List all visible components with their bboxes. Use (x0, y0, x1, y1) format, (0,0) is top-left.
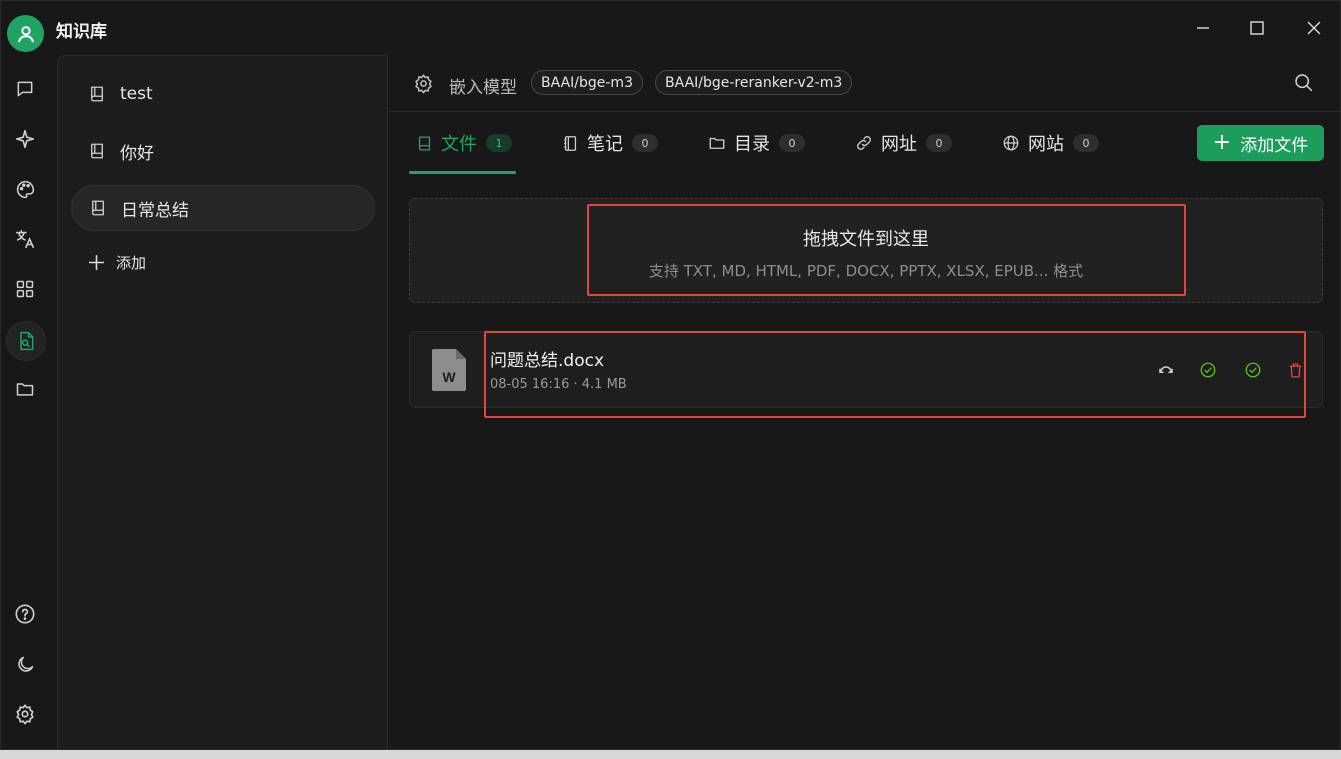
tab-count: 0 (1073, 134, 1099, 152)
user-avatar[interactable] (7, 15, 44, 52)
add-file-button[interactable]: + 添加文件 (1197, 125, 1324, 161)
annotation-highlight (587, 204, 1186, 296)
tab-urls[interactable]: 网址 0 (855, 128, 952, 158)
link-icon (855, 134, 873, 152)
embed-settings-button[interactable] (413, 73, 434, 98)
tab-count: 0 (926, 134, 952, 152)
app-window: 知识库 test 你好 日常总结 添加 嵌入模型 BAAI/bge-m3 BAA… (0, 0, 1341, 750)
file-drop-zone[interactable]: 拖拽文件到这里 支持 TXT, MD, HTML, PDF, DOCX, PPT… (409, 198, 1323, 303)
palette-icon (16, 180, 34, 198)
rail-files[interactable] (7, 371, 43, 407)
knowledge-base-detail: 嵌入模型 BAAI/bge-m3 BAAI/bge-reranker-v2-m3… (388, 55, 1341, 749)
maximize-button[interactable] (1242, 13, 1272, 43)
search-button[interactable] (1293, 72, 1314, 97)
folder-icon (16, 383, 34, 396)
content-tabs: 文件 1 笔记 0 目录 0 网址 0 网站 0 + 添加文件 (388, 112, 1341, 174)
close-icon (1307, 21, 1321, 35)
rail-chat[interactable] (7, 71, 43, 107)
minimize-icon (1197, 27, 1209, 29)
gear-icon (415, 74, 432, 94)
annotation-highlight (484, 331, 1306, 418)
title-bar: 知识库 (1, 1, 1340, 57)
rail-settings[interactable] (7, 696, 43, 732)
nav-rail (1, 57, 57, 749)
model-bar: 嵌入模型 BAAI/bge-m3 BAAI/bge-reranker-v2-m3 (388, 55, 1341, 112)
tab-label: 网站 (1028, 134, 1064, 155)
sparkle-icon (15, 129, 35, 149)
translate-icon (15, 229, 35, 249)
embed-model-label: 嵌入模型 (449, 78, 517, 98)
rail-translate[interactable] (7, 221, 43, 257)
kb-item-test[interactable]: test (71, 71, 375, 117)
close-button[interactable] (1299, 13, 1329, 43)
search-icon (1295, 74, 1313, 92)
tab-websites[interactable]: 网站 0 (1002, 128, 1099, 158)
file-list-item: W 问题总结.docx 08-05 16:16 · 4.1 MB (409, 331, 1323, 418)
minimize-button[interactable] (1188, 13, 1218, 43)
notebook-icon (561, 134, 579, 152)
rail-theme[interactable] (7, 646, 43, 682)
tab-files[interactable]: 文件 1 (415, 128, 512, 158)
help-icon (15, 604, 35, 624)
active-tab-indicator (409, 171, 516, 174)
rail-help[interactable] (7, 596, 43, 632)
kb-item-label: 你好 (120, 143, 154, 164)
rail-knowledge[interactable] (6, 321, 46, 361)
apps-grid-icon (16, 280, 34, 298)
kb-item-label: 日常总结 (121, 200, 189, 221)
word-file-icon: W (432, 349, 466, 395)
embed-model-tag: BAAI/bge-m3 (531, 70, 643, 95)
tab-label: 笔记 (587, 134, 623, 155)
tab-label: 文件 (441, 134, 477, 155)
settings-icon (16, 704, 34, 725)
user-icon (17, 25, 34, 42)
globe-icon (1002, 134, 1020, 152)
tab-notes[interactable]: 笔记 0 (561, 128, 658, 158)
kb-item-label: test (120, 84, 153, 104)
rerank-model-tag: BAAI/bge-reranker-v2-m3 (655, 70, 853, 95)
knowledge-base-list: test 你好 日常总结 添加 (57, 55, 388, 749)
chat-icon (17, 81, 33, 97)
maximize-icon (1250, 21, 1264, 35)
rail-assistant[interactable] (7, 121, 43, 157)
tab-directory[interactable]: 目录 0 (708, 128, 805, 158)
tab-count: 0 (779, 134, 805, 152)
file-type-letter: W (442, 369, 456, 385)
tab-label: 目录 (734, 134, 770, 155)
book-icon (415, 134, 433, 152)
kb-item-nihao[interactable]: 你好 (71, 128, 375, 174)
desktop-background (0, 750, 1341, 759)
rail-apps[interactable] (7, 271, 43, 307)
book-icon (87, 141, 107, 161)
book-icon (87, 84, 107, 104)
add-knowledge-base-button[interactable]: 添加 (88, 252, 146, 273)
plus-icon (89, 255, 104, 270)
knowledge-icon (20, 331, 34, 351)
plus-icon: + (1212, 130, 1232, 155)
tab-label: 网址 (881, 134, 917, 155)
tab-count: 1 (486, 134, 512, 152)
folder-icon (708, 134, 726, 152)
tab-count: 0 (632, 134, 658, 152)
rail-paint[interactable] (7, 171, 43, 207)
kb-item-daily-summary[interactable]: 日常总结 (71, 185, 375, 231)
add-label: 添加 (116, 254, 147, 272)
app-title: 知识库 (56, 22, 107, 42)
book-icon (88, 198, 108, 218)
moon-icon (17, 656, 33, 672)
add-file-label: 添加文件 (1240, 135, 1309, 156)
